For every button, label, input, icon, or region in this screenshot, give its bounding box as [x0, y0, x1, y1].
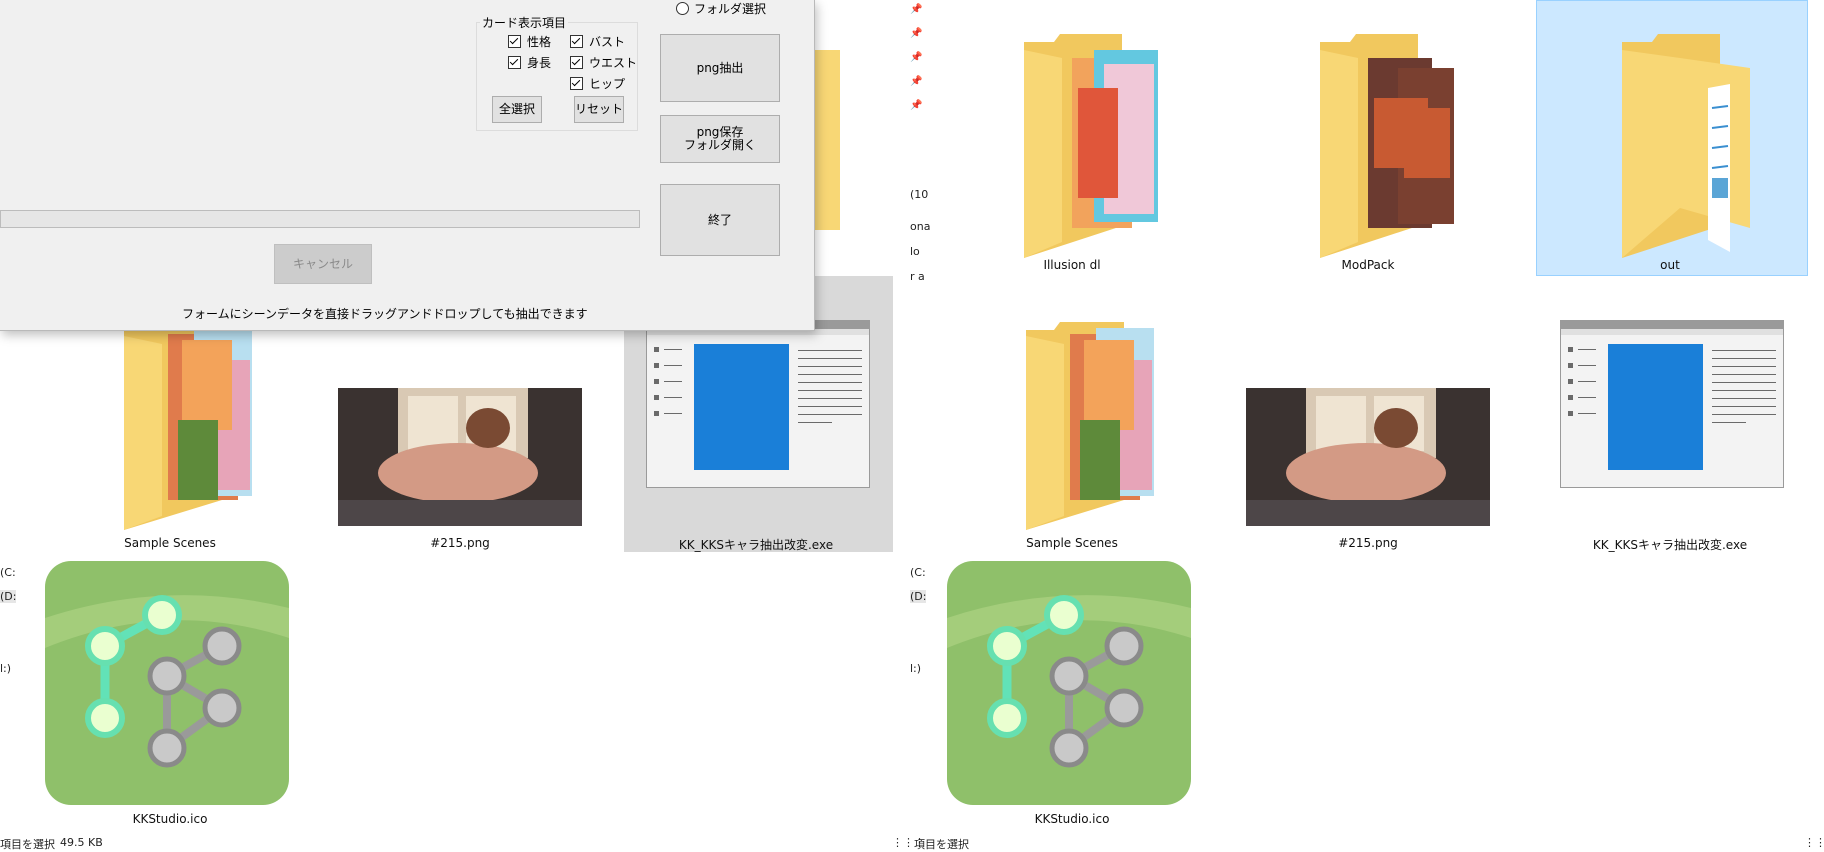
file-name: KKStudio.ico [132, 812, 208, 826]
png-save-open-folder-button[interactable]: png保存 フォルダ開く [660, 115, 780, 163]
cancel-button[interactable]: キャンセル [274, 244, 372, 284]
checkbox-label: 性格 [527, 35, 552, 49]
checkbox-bust[interactable]: バスト [570, 33, 625, 50]
file-name: out [1660, 258, 1680, 272]
image-thumbnail [338, 388, 582, 526]
sidebar-label[interactable]: lo [910, 245, 920, 258]
status-selected: 項目を選択 [0, 838, 55, 851]
file-name: KKStudio.ico [1034, 812, 1110, 826]
button-label-line2: フォルダ開く [683, 138, 756, 152]
application-window-icon [646, 320, 870, 488]
checkbox-personality[interactable]: 性格 [508, 33, 551, 50]
checkbox-icon [508, 56, 521, 69]
kkstudio-icon [947, 561, 1191, 805]
kkstudio-icon [45, 561, 289, 805]
checkbox-icon [570, 35, 583, 48]
pin-icon[interactable]: 📌 [910, 100, 922, 111]
groupbox-title: カード表示項目 [480, 14, 569, 31]
file-name: KK_KKSキャラ抽出改変.exe [678, 538, 834, 552]
pin-icon[interactable]: 📌 [910, 28, 922, 39]
folder-icon [1622, 34, 1750, 258]
folder-icon [1320, 34, 1454, 258]
folder-icon [810, 50, 840, 230]
checkbox-label: ウエスト [589, 56, 638, 70]
folder-select-radio[interactable]: フォルダ選択 [676, 0, 766, 17]
png-extract-button[interactable]: png抽出 [660, 34, 780, 102]
sidebar-drive-label[interactable]: l:) [910, 662, 921, 675]
sidebar-drive-label[interactable]: (C: [0, 566, 16, 579]
file-item-215-png[interactable]: #215.png [1238, 300, 1498, 550]
sidebar-drive-label[interactable]: (D: [910, 590, 927, 603]
folder-icon [1026, 322, 1154, 530]
folder-icon [124, 322, 252, 530]
file-name: Sample Scenes [1026, 536, 1118, 550]
folder-item-out[interactable]: out [1540, 14, 1800, 274]
view-toggle-icon[interactable]: ⋮⋮ [1804, 836, 1824, 849]
radio-icon [676, 2, 689, 15]
checkbox-label: バスト [589, 35, 626, 49]
sidebar-drive-label[interactable]: l:) [0, 662, 11, 675]
sidebar-label[interactable]: ona [910, 220, 930, 233]
checkbox-height[interactable]: 身長 [508, 54, 551, 71]
file-item-sample-scenes[interactable]: Sample Scenes [40, 300, 300, 550]
folder-icon [1024, 34, 1158, 258]
pin-icon[interactable]: 📌 [910, 76, 922, 87]
pin-icon[interactable]: 📌 [910, 52, 922, 63]
right-explorer-pane: 📌 📌 📌 📌 📌 (10 ona lo r a (C: (D: l:) Ill… [892, 0, 1824, 852]
file-item-exe[interactable]: KK_KKSキャラ抽出改変.exe [626, 300, 886, 552]
pin-icon[interactable]: 📌 [910, 4, 922, 15]
progress-bar [0, 210, 640, 228]
file-name: Illusion dl [1043, 258, 1101, 272]
checkbox-label: 身長 [527, 56, 552, 70]
file-name: #215.png [430, 536, 490, 550]
folder-item-illusion-dl[interactable]: Illusion dl [942, 14, 1202, 274]
checkbox-hip[interactable]: ヒップ [570, 75, 625, 92]
sidebar-label[interactable]: (10 [910, 188, 928, 201]
file-item-exe[interactable]: KK_KKSキャラ抽出改変.exe [1540, 300, 1800, 552]
status-file-size: 49.5 KB [60, 836, 103, 849]
exit-button[interactable]: 終了 [660, 184, 780, 256]
checkbox-waist[interactable]: ウエスト [570, 54, 637, 71]
reset-button[interactable]: リセット [574, 96, 624, 123]
file-name: #215.png [1338, 536, 1398, 550]
extractor-dialog: フォルダ選択 カード表示項目 性格 身長 バスト ウエスト ヒップ 全選択 リセ… [0, 0, 815, 331]
file-name: Sample Scenes [124, 536, 216, 550]
checkbox-label: ヒップ [589, 77, 626, 91]
select-all-button[interactable]: 全選択 [492, 96, 542, 123]
file-name: KK_KKSキャラ抽出改変.exe [1592, 538, 1748, 552]
image-thumbnail [1246, 388, 1490, 526]
file-item-sample-scenes[interactable]: Sample Scenes [942, 300, 1202, 550]
checkbox-icon [570, 56, 583, 69]
file-item-kkstudio-ico[interactable]: KKStudio.ico [942, 558, 1202, 828]
drag-drop-hint: フォームにシーンデータを直接ドラッグアンドドロップしても抽出できます [182, 307, 588, 321]
folder-item-modpack[interactable]: ModPack [1238, 14, 1498, 274]
file-item-kkstudio-ico[interactable]: KKStudio.ico [40, 558, 300, 828]
status-selected: 項目を選択 [914, 838, 969, 851]
radio-label: フォルダ選択 [694, 2, 767, 16]
sidebar-label[interactable]: r a [910, 270, 925, 283]
sidebar-drive-label[interactable]: (C: [910, 566, 926, 579]
file-name: ModPack [1341, 258, 1395, 272]
file-item-215-png[interactable]: #215.png [330, 300, 590, 550]
application-window-icon [1560, 320, 1784, 488]
sidebar-drive-label[interactable]: (D: [0, 590, 17, 603]
checkbox-icon [508, 35, 521, 48]
checkbox-icon [570, 77, 583, 90]
